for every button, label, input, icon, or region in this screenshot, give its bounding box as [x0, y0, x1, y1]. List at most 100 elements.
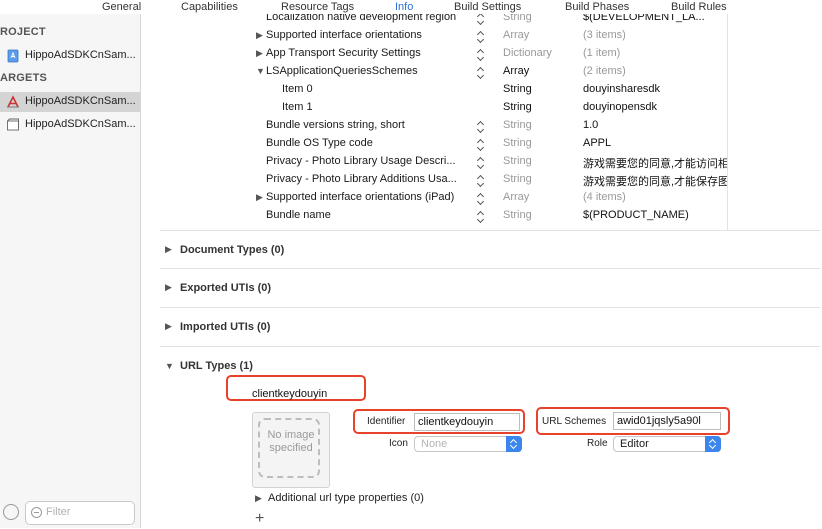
sidebar-filter-field[interactable]: Filter [25, 501, 135, 525]
plist-key[interactable]: Item 1 [282, 101, 500, 113]
plist-type[interactable]: Array [503, 191, 529, 203]
url-schemes-field[interactable]: awid01jqsly5a90l [613, 412, 721, 430]
disclosure-triangle-icon[interactable]: ▶ [165, 244, 172, 255]
plist-key[interactable]: Bundle name [266, 209, 484, 221]
key-stepper-icon[interactable] [476, 191, 486, 205]
project-header: ROJECT [0, 26, 46, 38]
tab-general[interactable]: General [102, 0, 141, 14]
sidebar-item-label: HippoAdSDKCnSam... [25, 95, 136, 107]
disclosure-triangle-icon[interactable]: ▶ [256, 192, 263, 203]
tab-build-phases[interactable]: Build Phases [565, 0, 629, 14]
project-navigator-sidebar: ROJECT HippoAdSDKCnSam... ARGETS HippoAd… [0, 14, 141, 528]
plist-row[interactable]: Item 1 String douyinopensdk [248, 98, 728, 116]
sidebar-item-test-target[interactable]: HippoAdSDKCnSam... [0, 115, 140, 135]
plist-type[interactable]: Array [503, 65, 529, 77]
plist-key[interactable]: Supported interface orientations (iPad) [266, 191, 484, 203]
plist-row[interactable]: Localization native development region St… [248, 14, 728, 26]
plist-value[interactable]: $(PRODUCT_NAME) [583, 209, 728, 221]
plist-key[interactable]: LSApplicationQueriesSchemes [266, 65, 484, 77]
url-type-name[interactable]: clientkeydouyin [252, 388, 327, 400]
plist-row[interactable]: ▼ LSApplicationQueriesSchemes Array (2 item… [248, 62, 728, 80]
tab-resource-tags[interactable]: Resource Tags [281, 0, 354, 14]
plist-row[interactable]: Privacy - Photo Library Usage Descri... S… [248, 152, 728, 170]
key-stepper-icon[interactable] [476, 119, 486, 133]
disclosure-triangle-icon[interactable]: ▶ [165, 282, 172, 293]
plist-value[interactable]: (4 items) [583, 191, 728, 203]
sidebar-item-project[interactable]: HippoAdSDKCnSam... [0, 46, 140, 66]
identifier-field[interactable]: clientkeydouyin [414, 413, 520, 431]
plist-row[interactable]: Bundle name String $(PRODUCT_NAME) [248, 206, 728, 224]
tab-build-settings[interactable]: Build Settings [454, 0, 521, 14]
sidebar-item-app-target[interactable]: HippoAdSDKCnSam... [0, 92, 140, 112]
disclosure-triangle-icon[interactable]: ▶ [256, 48, 263, 59]
section-title: Imported UTIs (0) [180, 321, 271, 333]
plist-type[interactable]: String [503, 155, 532, 167]
plist-key[interactable]: Item 0 [282, 83, 500, 95]
plist-row[interactable]: ▶ App Transport Security Settings Dictiona… [248, 44, 728, 62]
url-type-image-well[interactable]: No image specified [252, 412, 330, 488]
plist-type[interactable]: String [503, 101, 532, 113]
plist-value[interactable]: $(DEVELOPMENT_LA... [583, 14, 728, 23]
plist-type[interactable]: String [503, 14, 532, 23]
key-stepper-icon[interactable] [476, 29, 486, 43]
plist-type[interactable]: String [503, 119, 532, 131]
plist-value[interactable]: 游戏需要您的同意,才能保存图 [583, 173, 728, 189]
plist-row[interactable]: ▶ Supported interface orientations Array (3… [248, 26, 728, 44]
app-target-icon [7, 95, 19, 108]
plist-type[interactable]: String [503, 209, 532, 221]
additional-properties-label[interactable]: Additional url type properties (0) [268, 492, 424, 504]
plist-key[interactable]: Privacy - Photo Library Additions Usa... [266, 173, 484, 185]
plist-row[interactable]: ▶ Supported interface orientations (iPad)… [248, 188, 728, 206]
key-stepper-icon[interactable] [476, 155, 486, 169]
plist-value[interactable]: douyinopensdk [583, 101, 728, 113]
disclosure-triangle-icon[interactable]: ▶ [165, 321, 172, 332]
section-document-types[interactable]: ▶ Document Types (0) [160, 230, 820, 269]
key-stepper-icon[interactable] [476, 173, 486, 187]
plist-type[interactable]: Dictionary [503, 47, 552, 59]
plist-row[interactable]: Item 0 String douyinsharesdk [248, 80, 728, 98]
plist-key[interactable]: Supported interface orientations [266, 29, 484, 41]
role-popup[interactable]: Editor [613, 436, 721, 452]
key-stepper-icon[interactable] [476, 209, 486, 223]
plist-row[interactable]: Privacy - Photo Library Additions Usa...… [248, 170, 728, 188]
add-url-type-button[interactable]: + [255, 510, 264, 528]
plist-key[interactable]: App Transport Security Settings [266, 47, 484, 59]
plist-type[interactable]: Array [503, 29, 529, 41]
plist-key[interactable]: Privacy - Photo Library Usage Descri... [266, 155, 484, 167]
plist-type[interactable]: String [503, 83, 532, 95]
plist-value[interactable]: (1 item) [583, 47, 728, 59]
section-imported-utis[interactable]: ▶ Imported UTIs (0) [160, 307, 820, 346]
tab-build-rules[interactable]: Build Rules [671, 0, 727, 14]
plist-type[interactable]: String [503, 173, 532, 185]
section-exported-utis[interactable]: ▶ Exported UTIs (0) [160, 268, 820, 307]
plist-value[interactable]: 游戏需要您的同意,才能访问相 [583, 155, 728, 171]
filter-options-button[interactable] [3, 504, 19, 520]
plist-value[interactable]: (2 items) [583, 65, 728, 77]
disclosure-triangle-icon[interactable]: ▶ [256, 30, 263, 41]
plist-key[interactable]: Bundle OS Type code [266, 137, 484, 149]
plist-value[interactable]: (3 items) [583, 29, 728, 41]
disclosure-triangle-icon[interactable]: ▼ [256, 66, 265, 76]
key-stepper-icon[interactable] [476, 137, 486, 151]
plist-key[interactable]: Localization native development region [266, 14, 484, 23]
icon-popup-value: None [421, 438, 448, 450]
role-popup-value: Editor [620, 438, 649, 450]
plist-value[interactable]: 1.0 [583, 119, 728, 131]
tab-info[interactable]: Info [395, 0, 413, 14]
plist-row[interactable]: Bundle OS Type code String APPL [248, 134, 728, 152]
plist-type[interactable]: String [503, 137, 532, 149]
targets-header: ARGETS [0, 72, 48, 84]
key-stepper-icon[interactable] [476, 47, 486, 61]
plist-value[interactable]: APPL [583, 137, 728, 149]
tab-capabilities[interactable]: Capabilities [181, 0, 238, 14]
key-stepper-icon[interactable] [476, 65, 486, 79]
disclosure-triangle-icon[interactable]: ▼ [165, 361, 174, 371]
disclosure-triangle-icon[interactable]: ▶ [255, 493, 262, 504]
plist-value[interactable]: douyinsharesdk [583, 83, 728, 95]
plist-key[interactable]: Bundle versions string, short [266, 119, 484, 131]
no-image-text: No image specified [253, 429, 329, 455]
plist-row[interactable]: Bundle versions string, short String 1.0 [248, 116, 728, 134]
icon-popup[interactable]: None [414, 436, 522, 452]
info-plist-table: Localization native development region St… [248, 14, 728, 230]
key-stepper-icon[interactable] [476, 14, 486, 25]
